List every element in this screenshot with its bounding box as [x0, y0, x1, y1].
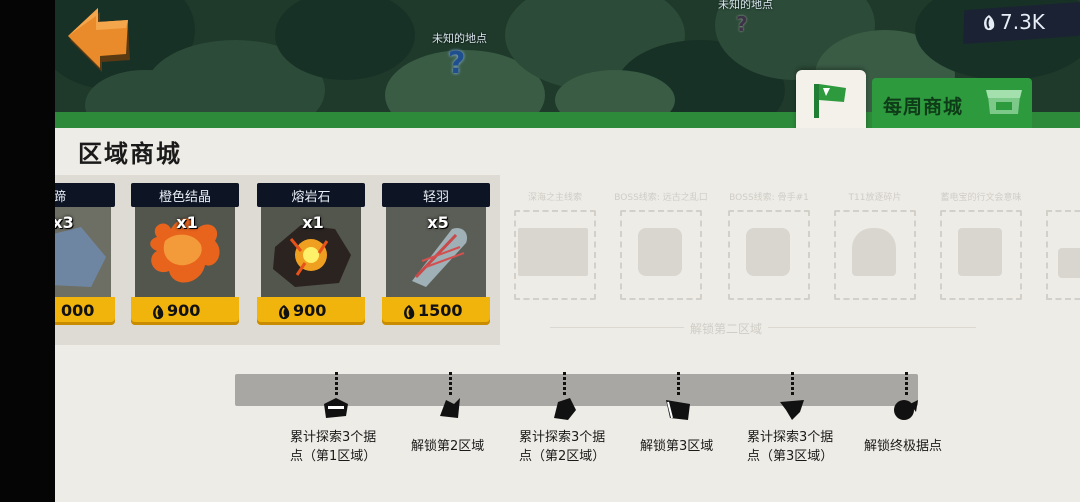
back-button[interactable]	[66, 6, 138, 72]
item-price: 000	[61, 301, 95, 320]
locked-item-image	[746, 228, 790, 276]
locked-item-image	[1058, 248, 1080, 278]
locked-item: BOSS线索: 远古之乱口	[614, 190, 708, 300]
locked-item-name: T11放逐碎片	[848, 193, 902, 203]
map-marker-label: 未知的地点	[718, 0, 773, 11]
gem-icon	[153, 305, 164, 320]
shop-icon	[986, 90, 1022, 114]
monster-silhouette-icon	[666, 400, 690, 420]
milestone-label: 累计探索3个据点（第3区域）	[747, 430, 834, 464]
milestone-label: 累计探索3个据点（第1区域）	[290, 430, 377, 464]
item-name: 橙色结晶	[158, 190, 211, 205]
locked-item-clip	[1046, 190, 1080, 300]
item-price: 900	[167, 301, 201, 320]
item-card[interactable]: 怪蹄 x3 000	[55, 183, 115, 325]
monster-silhouette-icon	[780, 400, 804, 420]
milestone-label: 解锁终极据点	[864, 439, 943, 454]
unknown-location-icon[interactable]: ?	[448, 46, 465, 81]
item-card[interactable]: 熔岩石 x1 900	[257, 183, 365, 325]
item-card[interactable]: 轻羽 x5 1500	[382, 183, 490, 325]
item-card[interactable]: 橙色结晶 x1 900	[131, 183, 239, 325]
monster-silhouette-icon	[324, 398, 348, 418]
milestone-label: 解锁第3区域	[640, 439, 714, 454]
item-quantity: x1	[302, 213, 324, 232]
tab-region-shop[interactable]	[796, 70, 866, 132]
page-title: 区域商城	[78, 140, 182, 168]
chain	[677, 372, 680, 396]
chain	[791, 372, 794, 396]
item-price: 1500	[418, 301, 463, 320]
item-quantity: x1	[176, 213, 198, 232]
currency-value: 7.3K	[1000, 10, 1045, 34]
chain	[905, 372, 908, 396]
locked-item-image	[852, 228, 896, 276]
chain	[449, 372, 452, 396]
gem-icon	[279, 305, 290, 320]
divider	[768, 327, 976, 328]
divider	[550, 327, 684, 328]
chain	[563, 372, 566, 396]
locked-item-image	[638, 228, 682, 276]
back-arrow-icon	[68, 8, 130, 72]
locked-item: 蓄电宝的行文会意味	[940, 190, 1022, 300]
locked-item-name: 蓄电宝的行文会意味	[940, 193, 1022, 203]
unlock-requirement: 解锁第二区域	[690, 322, 763, 336]
locked-item-image	[958, 228, 1002, 276]
weekly-shop-label: 每周商城	[883, 96, 964, 118]
unknown-location-icon[interactable]: ?	[736, 12, 748, 36]
locked-item-name: BOSS线索: 远古之乱口	[614, 193, 708, 203]
item-name: 怪蹄	[55, 190, 66, 205]
locked-item: 深海之主线索	[514, 190, 596, 300]
item-card-clip: 怪蹄 x3 000	[55, 183, 115, 325]
locked-item-name: 深海之主线索	[527, 193, 582, 203]
monster-silhouette-icon	[440, 398, 460, 418]
gem-icon	[984, 15, 995, 31]
gem-icon	[404, 305, 415, 320]
item-name: 轻羽	[422, 190, 449, 205]
item-name: 熔岩石	[291, 190, 331, 205]
item-quantity: x3	[55, 213, 74, 232]
map-marker-label: 未知的地点	[432, 32, 487, 45]
item-price: 900	[293, 301, 327, 320]
milestone-label: 累计探索3个据点（第2区域）	[519, 430, 606, 464]
locked-item: T11放逐碎片	[834, 190, 916, 300]
chain	[335, 372, 338, 396]
flag-icon	[814, 84, 846, 118]
item-quantity: x5	[427, 213, 449, 232]
locked-item: BOSS线索: 骨手#1	[728, 190, 810, 300]
milestone-label: 解锁第2区域	[411, 439, 485, 454]
locked-item-name: BOSS线索: 骨手#1	[729, 193, 809, 203]
locked-item-image	[518, 228, 588, 276]
monster-silhouette-icon	[894, 400, 918, 420]
monster-silhouette-icon	[554, 398, 576, 420]
screen-edge	[0, 0, 55, 502]
